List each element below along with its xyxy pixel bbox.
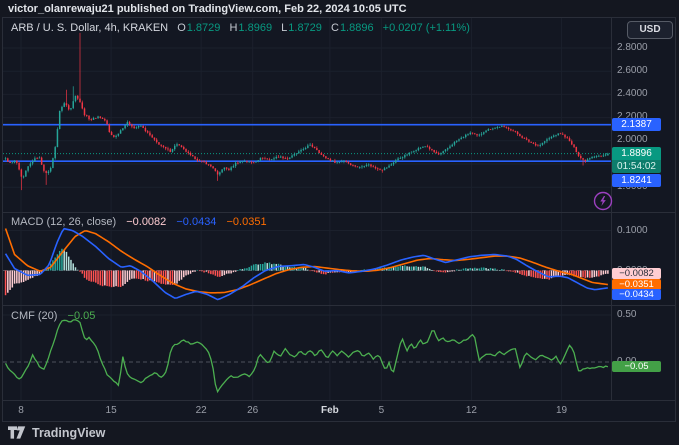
macd-title[interactable]: MACD: [11, 216, 43, 228]
level-price-label: 1.8241: [612, 174, 661, 187]
macd-axis-value-label: −0.0082: [612, 268, 661, 279]
cmf-axis-value-label: −0.05: [612, 361, 661, 372]
open-value: 1.8729: [187, 22, 221, 34]
macd-line-value: −0.0434: [176, 216, 216, 228]
cmf-params: (20): [38, 310, 58, 322]
cmf-title-bar: CMF (20) −0.05: [11, 310, 95, 322]
footer: TradingView: [8, 426, 105, 440]
macd-tick-label: 0.1000: [617, 225, 648, 236]
time-tick-label[interactable]: 26: [235, 405, 271, 416]
tradingview-brand[interactable]: TradingView: [32, 426, 105, 440]
bar-countdown: 01:54:02: [612, 160, 661, 173]
time-tick-label[interactable]: 12: [453, 405, 489, 416]
macd-axis-value-label: −0.0351: [612, 279, 661, 290]
currency-toggle-button[interactable]: USD: [627, 21, 673, 39]
high-label: H: [229, 22, 237, 34]
price-tick-label: 2.6000: [617, 65, 648, 76]
open-label: O: [177, 22, 186, 34]
close-value: 1.8896: [340, 22, 374, 34]
published-chart-page: victor_olanrewaju21 published on Trading…: [0, 0, 679, 445]
price-tick-label: 2.4000: [617, 88, 648, 99]
macd-hist-value: −0.0082: [126, 216, 166, 228]
price-tick-label: 2.0000: [617, 134, 648, 145]
time-tick-label[interactable]: 22: [183, 405, 219, 416]
time-tick-label[interactable]: 8: [3, 405, 39, 416]
cmf-tick-label: 0.50: [617, 309, 636, 320]
level-price-label: 2.1387: [612, 118, 661, 131]
tradingview-logo-icon[interactable]: [8, 426, 26, 440]
change-value: +0.0207 (+1.11%): [383, 22, 470, 34]
time-tick-label[interactable]: Feb: [312, 405, 348, 416]
cmf-value: −0.05: [68, 310, 96, 322]
time-tick-label[interactable]: 5: [363, 405, 399, 416]
low-label: L: [281, 22, 287, 34]
cmf-title[interactable]: CMF: [11, 310, 35, 322]
macd-signal-value: −0.0351: [227, 216, 267, 228]
time-tick-label[interactable]: 15: [93, 405, 129, 416]
close-label: C: [331, 22, 339, 34]
macd-params: (12, 26, close): [46, 216, 116, 228]
last-price-label: 1.889601:54:02: [612, 147, 661, 173]
macd-axis-value-label: −0.0434: [612, 289, 661, 300]
symbol-name[interactable]: ARB / U. S. Dollar, 4h, KRAKEN: [11, 22, 168, 34]
boost-flash-icon[interactable]: [590, 188, 616, 214]
price-tick-label: 2.8000: [617, 42, 648, 53]
last-price-value: 1.8896: [612, 147, 661, 160]
low-value: 1.8729: [288, 22, 322, 34]
symbol-title-bar: ARB / U. S. Dollar, 4h, KRAKEN O1.8729 H…: [11, 22, 470, 34]
time-tick-label[interactable]: 19: [544, 405, 580, 416]
high-value: 1.8969: [238, 22, 272, 34]
macd-title-bar: MACD (12, 26, close) −0.0082 −0.0434 −0.…: [11, 216, 267, 228]
